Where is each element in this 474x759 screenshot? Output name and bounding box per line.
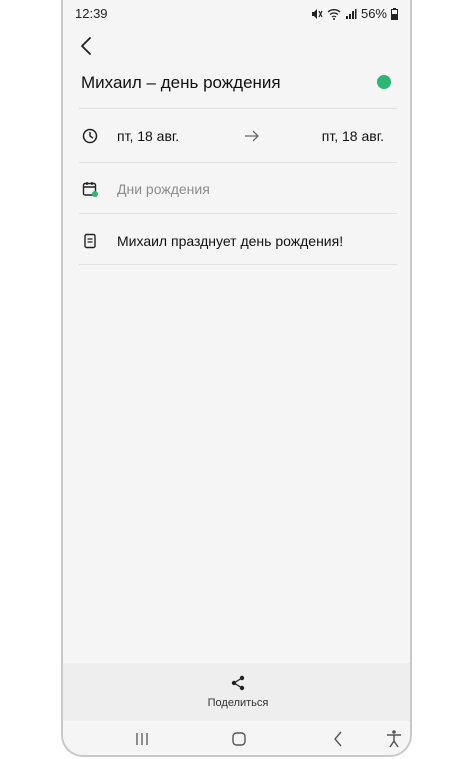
back-icon (81, 37, 91, 55)
divider (79, 162, 397, 163)
nav-back-icon[interactable] (327, 729, 349, 749)
back-button[interactable] (75, 34, 99, 58)
note-icon (84, 233, 96, 249)
date-row[interactable]: пт, 18 авг. пт, 18 авг. (79, 121, 397, 151)
calendar-row[interactable]: Дни рождения (79, 174, 397, 204)
divider (79, 264, 397, 265)
event-title-row: Михаил – день рождения (81, 70, 397, 98)
event-color-dot[interactable] (377, 75, 391, 89)
clock-icon (82, 128, 98, 144)
battery-percent: 56% (360, 6, 387, 21)
event-title[interactable]: Михаил – день рождения (81, 73, 281, 93)
status-time: 12:39 (75, 6, 108, 21)
note-text: Михаил празднует день рождения! (117, 233, 344, 249)
battery-icon (391, 7, 398, 20)
start-date[interactable]: пт, 18 авг. (117, 128, 179, 144)
home-icon[interactable] (228, 729, 250, 749)
mute-icon (311, 8, 323, 19)
status-bar: 12:39 56% (63, 0, 410, 28)
divider (79, 108, 397, 109)
arrow-right-icon (245, 130, 259, 142)
share-label: Поделиться (207, 697, 269, 709)
phone-screen: 12:39 56% Михаил – день рождения пт, 18 … (61, 0, 412, 757)
share-button[interactable]: Поделиться (203, 673, 273, 713)
bottom-action-bar: Поделиться (63, 663, 410, 721)
system-nav-bar (63, 721, 410, 755)
calendar-icon (82, 182, 98, 197)
accessibility-icon[interactable] (383, 729, 405, 749)
calendar-label: Дни рождения (117, 181, 210, 197)
recents-icon[interactable] (131, 729, 153, 749)
note-row[interactable]: Михаил празднует день рождения! (79, 226, 397, 256)
status-icons: 56% (311, 6, 398, 21)
share-icon (231, 675, 245, 691)
signal-icon (345, 8, 357, 19)
divider (79, 213, 397, 214)
wifi-icon (327, 8, 341, 20)
end-date[interactable]: пт, 18 авг. (322, 128, 384, 144)
